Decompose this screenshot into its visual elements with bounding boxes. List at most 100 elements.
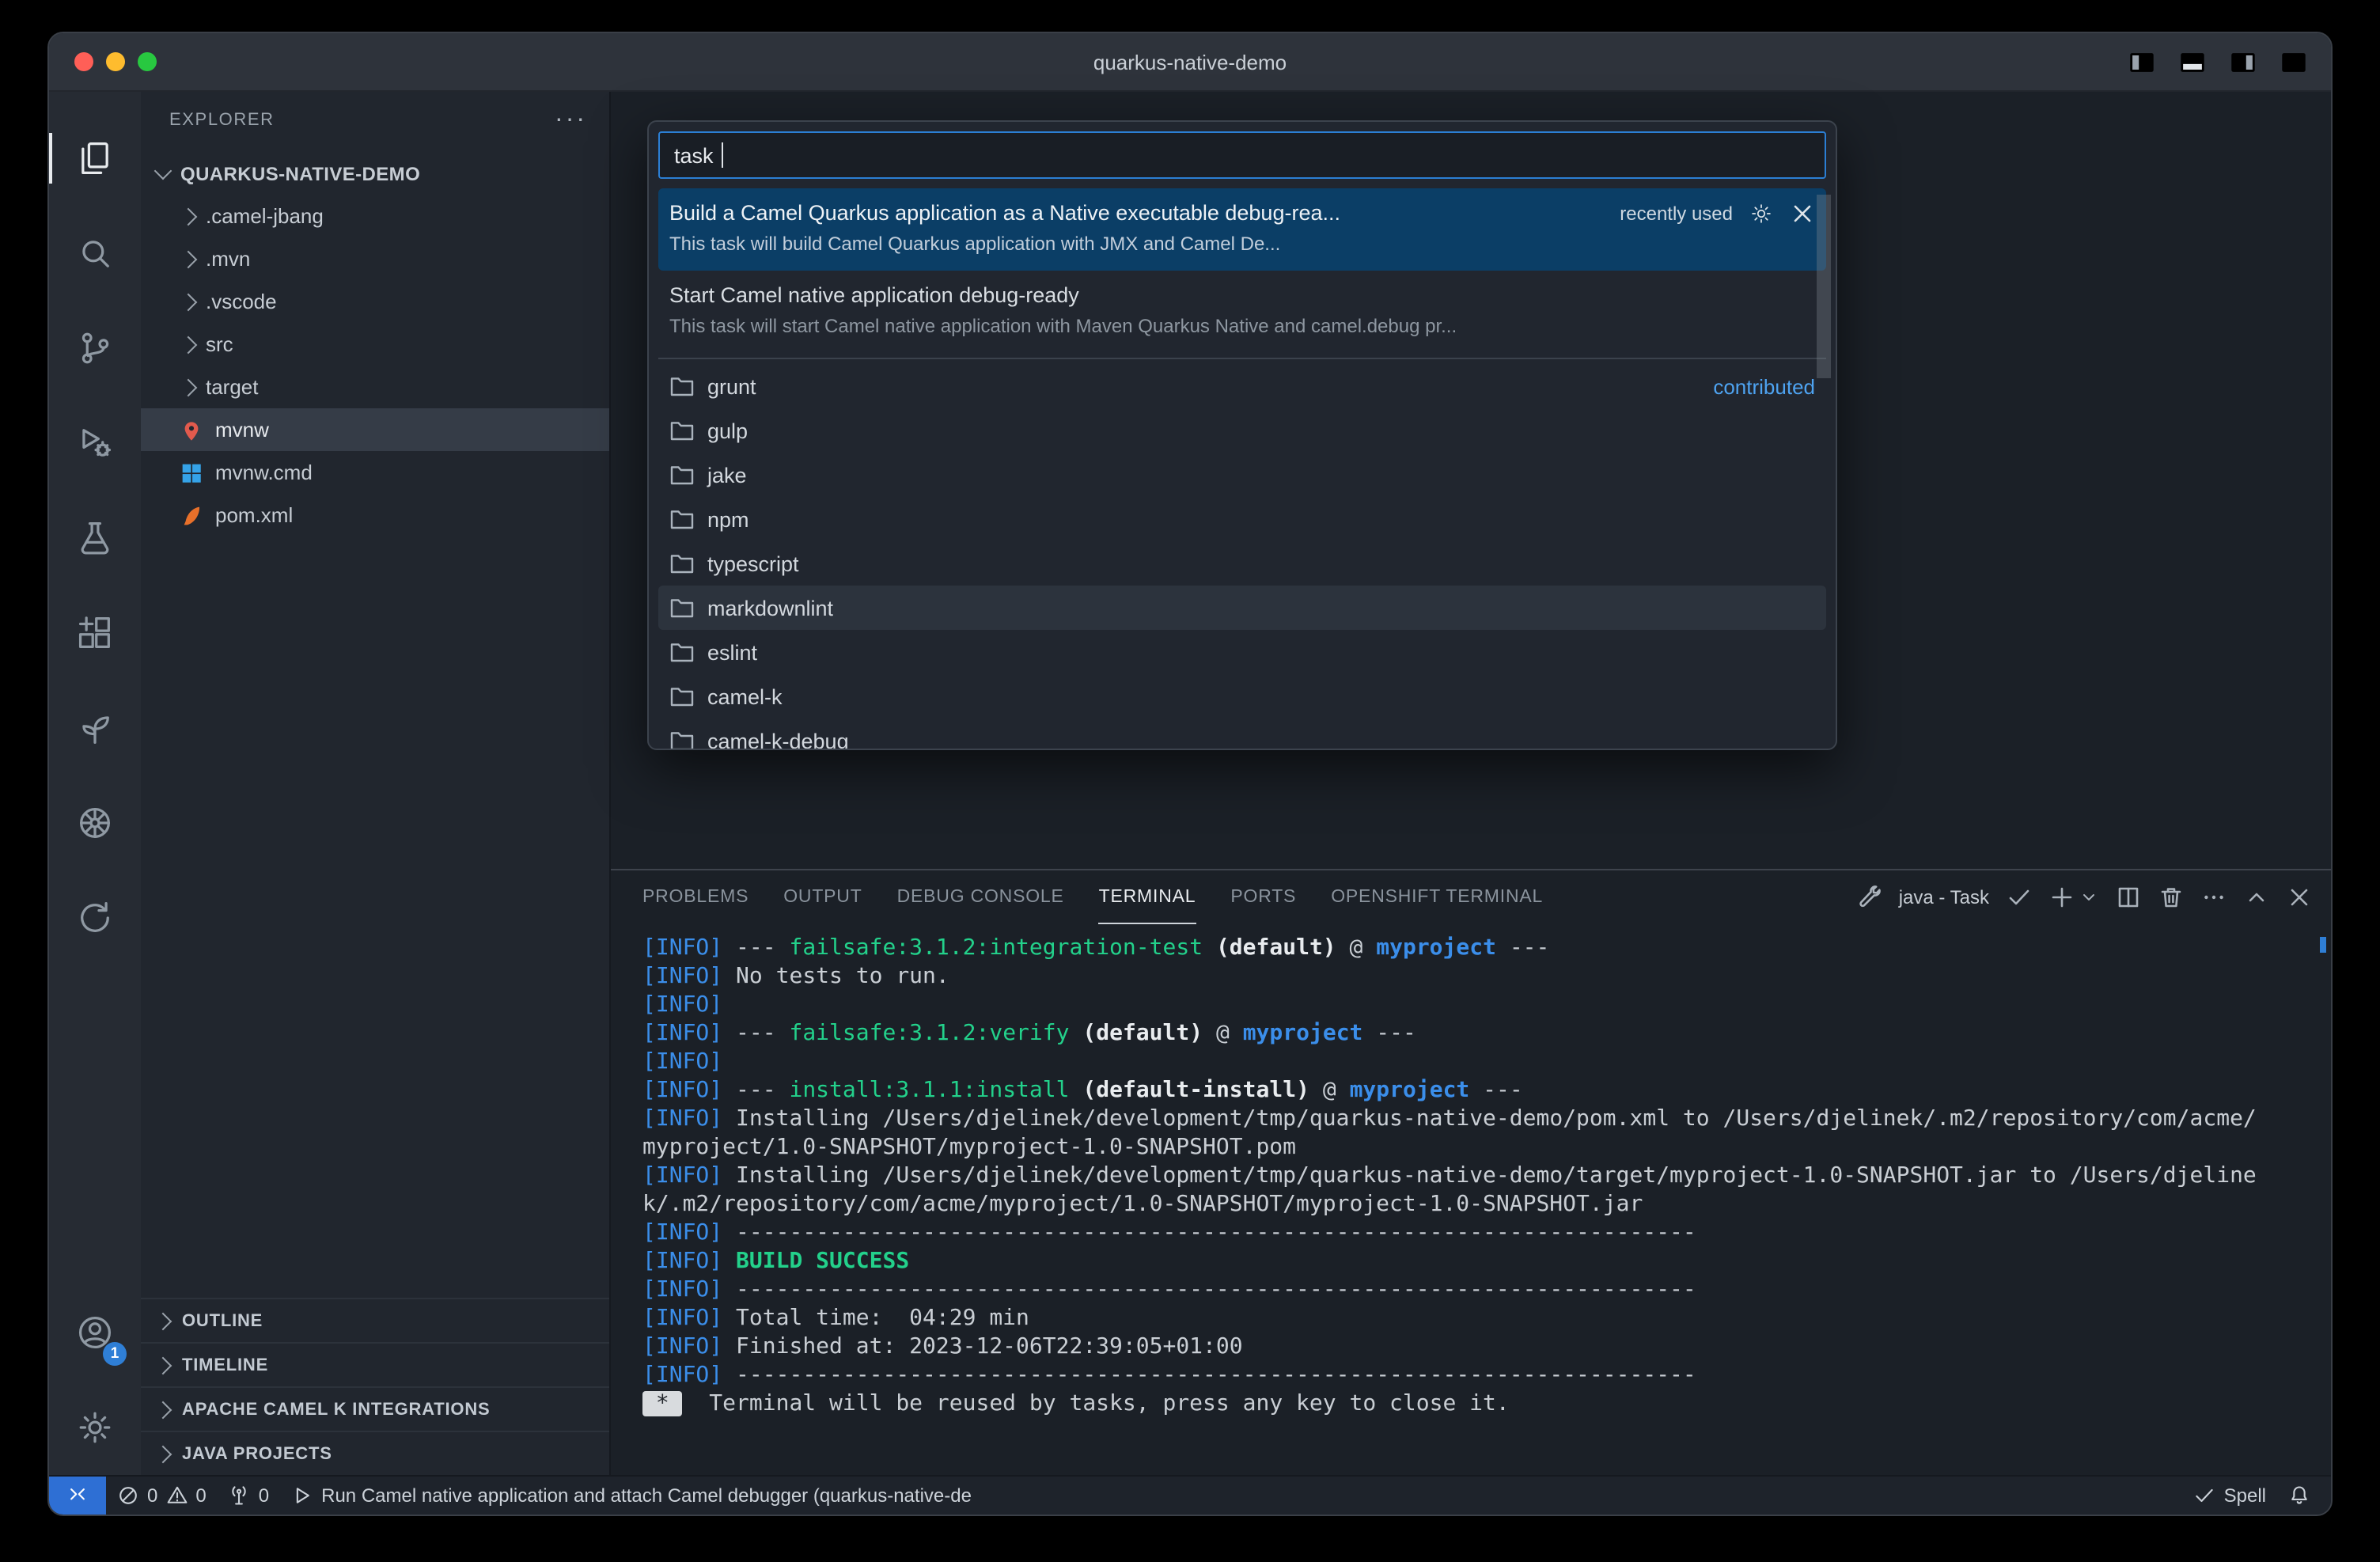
tree-root-label: QUARKUS-NATIVE-DEMO xyxy=(180,162,420,184)
terminal-output[interactable]: [INFO] --- failsafe:3.1.2:integration-te… xyxy=(611,924,2331,1475)
quickpick-type-camel-k-debug[interactable]: camel-k-debug xyxy=(658,718,1826,750)
quick-pick-scrollbar[interactable] xyxy=(1817,195,1831,378)
bottom-panel: PROBLEMS OUTPUT DEBUG CONSOLE TERMINAL PORTS… xyxy=(611,869,2331,1475)
remote-indicator[interactable] xyxy=(49,1477,106,1515)
problems-status[interactable]: 0 0 xyxy=(106,1477,218,1515)
tree-item-mvnw.cmd[interactable]: mvnw.cmd xyxy=(141,451,609,494)
zoom-window-button[interactable] xyxy=(138,52,157,71)
tree-item-pom.xml[interactable]: pom.xml xyxy=(141,494,609,536)
activity-extensions[interactable] xyxy=(49,586,141,681)
quickpick-item-label: typescript xyxy=(707,552,799,575)
customize-layout-button[interactable] xyxy=(2279,47,2309,77)
minimize-window-button[interactable] xyxy=(106,52,125,71)
ports-status[interactable]: 0 xyxy=(218,1477,280,1515)
notifications-bell[interactable] xyxy=(2277,1477,2321,1515)
folder-icon xyxy=(669,506,695,532)
status-bar-right: Spell xyxy=(2183,1477,2331,1515)
configure-task-icon[interactable] xyxy=(1749,200,1774,226)
section-apache-camel-k-integrations[interactable]: APACHE CAMEL K INTEGRATIONS xyxy=(141,1386,609,1431)
tree-item-.mvn[interactable]: .mvn xyxy=(141,237,609,280)
sidebar-header: EXPLORER ··· xyxy=(141,92,609,149)
tree-item-target[interactable]: target xyxy=(141,366,609,408)
quickpick-separator xyxy=(658,358,1826,359)
camel-debug-status[interactable]: Run Camel native application and attach … xyxy=(280,1477,983,1515)
toggle-panel-button[interactable] xyxy=(2177,47,2208,77)
quickpick-item-label: camel-k xyxy=(707,684,783,708)
quick-pick-input[interactable]: task xyxy=(658,131,1826,179)
close-panel-button[interactable] xyxy=(2287,885,2312,910)
quickpick-type-eslint[interactable]: eslint xyxy=(658,630,1826,674)
quickpick-type-grunt[interactable]: gruntcontributed xyxy=(658,364,1826,408)
tree-root[interactable]: QUARKUS-NATIVE-DEMO xyxy=(141,152,609,195)
activity-run-and-debug[interactable] xyxy=(49,396,141,491)
terminal-task-label[interactable]: java - Task xyxy=(1899,886,1989,908)
bell-icon xyxy=(2288,1484,2310,1507)
toggle-secondary-sidebar-button[interactable] xyxy=(2228,47,2258,77)
tab-output[interactable]: OUTPUT xyxy=(783,870,862,924)
ports-count: 0 xyxy=(259,1484,269,1507)
new-terminal-group xyxy=(2049,885,2098,910)
wheel-icon xyxy=(74,802,116,844)
activity-testing[interactable] xyxy=(49,491,141,586)
quickpick-type-jake[interactable]: jake xyxy=(658,453,1826,497)
dismiss-task-icon[interactable] xyxy=(1790,200,1815,226)
search-icon xyxy=(74,233,116,274)
kill-terminal-button[interactable] xyxy=(2158,885,2184,910)
section-timeline[interactable]: TIMELINE xyxy=(141,1342,609,1386)
quickpick-type-markdownlint[interactable]: markdownlint xyxy=(658,586,1826,630)
plant-icon xyxy=(74,707,116,749)
chevron-right-icon xyxy=(154,1312,172,1330)
close-window-button[interactable] xyxy=(74,52,93,71)
quickpick-type-camel-k[interactable]: camel-k xyxy=(658,674,1826,718)
folder-icon xyxy=(669,462,695,487)
activity-source-control[interactable] xyxy=(49,301,141,396)
terminal-line: [INFO] --- failsafe:3.1.2:integration-te… xyxy=(642,934,2315,962)
sync-icon xyxy=(74,897,116,938)
split-terminal-button[interactable] xyxy=(2116,885,2141,910)
section-outline[interactable]: OUTLINE xyxy=(141,1298,609,1342)
terminal-line: [INFO] BUILD SUCCESS xyxy=(642,1247,2315,1276)
section-java-projects[interactable]: JAVA PROJECTS xyxy=(141,1431,609,1475)
quickpick-task-item[interactable]: Build a Camel Quarkus application as a N… xyxy=(658,188,1826,271)
more-actions-button[interactable]: ··· xyxy=(555,112,587,128)
folder-icon xyxy=(669,373,695,399)
tab-terminal[interactable]: TERMINAL xyxy=(1099,870,1196,924)
chevron-down-icon xyxy=(154,161,172,180)
quickpick-task-item[interactable]: Start Camel native application debug-rea… xyxy=(658,271,1826,353)
activity-explorer[interactable] xyxy=(49,111,141,206)
section-label: APACHE CAMEL K INTEGRATIONS xyxy=(182,1400,491,1419)
quickpick-type-gulp[interactable]: gulp xyxy=(658,408,1826,453)
spell-status[interactable]: Spell xyxy=(2183,1477,2277,1515)
activity-tekton-pipelines[interactable] xyxy=(49,681,141,775)
tree-item-.vscode[interactable]: .vscode xyxy=(141,280,609,323)
warning-count: 0 xyxy=(195,1484,206,1507)
tab-openshift-terminal[interactable]: OPENSHIFT TERMINAL xyxy=(1331,870,1543,924)
activity-search[interactable] xyxy=(49,206,141,301)
tab-ports[interactable]: PORTS xyxy=(1230,870,1296,924)
tree-item-.camel-jbang[interactable]: .camel-jbang xyxy=(141,195,609,237)
activity-openshift[interactable] xyxy=(49,870,141,965)
folder-icon xyxy=(669,639,695,665)
beaker-icon xyxy=(74,518,116,559)
quickpick-type-npm[interactable]: npm xyxy=(658,497,1826,541)
quickpick-type-typescript[interactable]: typescript xyxy=(658,541,1826,586)
activity-accounts[interactable]: 1 xyxy=(49,1285,141,1380)
screen: quarkus-native-demo 1 EXPLORER ··· QUARK… xyxy=(0,0,2380,1562)
terminal-line: [INFO] xyxy=(642,991,2315,1019)
activity-manage[interactable] xyxy=(49,1380,141,1475)
activity-kubernetes[interactable] xyxy=(49,775,141,870)
terminal-line: [INFO] Finished at: 2023-12-06T22:39:05+… xyxy=(642,1333,2315,1361)
tab-problems[interactable]: PROBLEMS xyxy=(642,870,748,924)
quickpick-item-row: Build a Camel Quarkus application as a N… xyxy=(669,193,1815,233)
more-panel-actions-button[interactable] xyxy=(2201,885,2227,910)
terminal-dropdown-button[interactable] xyxy=(2079,888,2098,907)
tree-item-mvnw[interactable]: mvnw xyxy=(141,408,609,451)
toggle-primary-sidebar-button[interactable] xyxy=(2127,47,2157,77)
folder-icon xyxy=(669,551,695,576)
explorer-sidebar: EXPLORER ··· QUARKUS-NATIVE-DEMO .camel-j… xyxy=(141,92,609,1475)
maximize-panel-button[interactable] xyxy=(2244,885,2269,910)
quickpick-item-meta: recently used xyxy=(1620,202,1733,224)
tree-item-src[interactable]: src xyxy=(141,323,609,366)
new-terminal-button[interactable] xyxy=(2049,885,2075,910)
tab-debug-console[interactable]: DEBUG CONSOLE xyxy=(897,870,1064,924)
